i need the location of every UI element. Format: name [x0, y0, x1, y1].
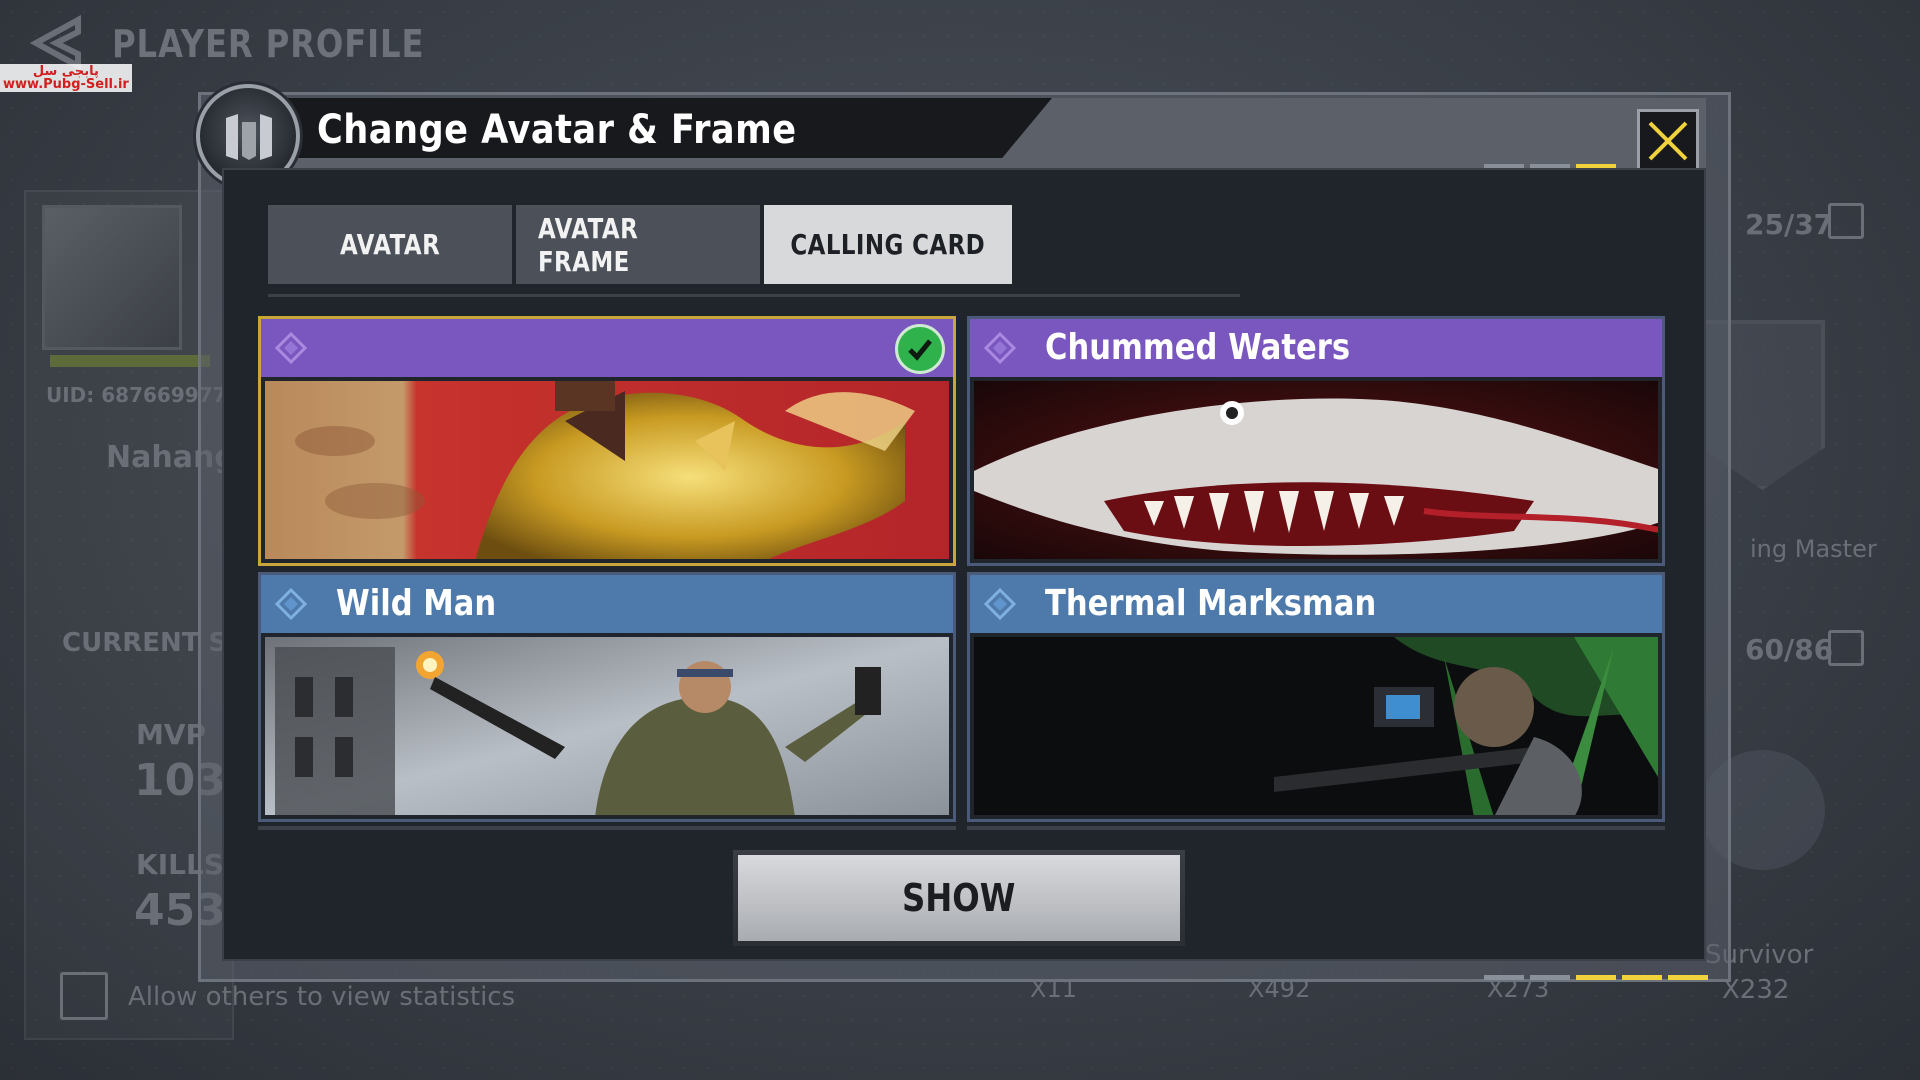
watermark: پابجی سل www.Pubg-Sell.ir	[0, 64, 132, 92]
edit-icon	[1828, 630, 1864, 666]
tab-divider	[268, 294, 1240, 297]
calling-card-selected[interactable]	[258, 316, 956, 566]
background-avatar	[42, 205, 182, 350]
rarity-diamond-icon	[275, 588, 307, 620]
tab-avatar[interactable]: AVATAR	[268, 205, 512, 284]
card-row-divider	[967, 826, 1665, 830]
card-rarity-bar	[261, 319, 953, 377]
card-name: Thermal Marksman	[1045, 583, 1377, 624]
checkbox-icon	[60, 972, 108, 1020]
card-name: Chummed Waters	[1045, 327, 1351, 368]
calling-card-chummed-waters[interactable]: Chummed Waters	[967, 316, 1665, 566]
background-count-top: 25/37	[1745, 208, 1834, 241]
dialog-title: Change Avatar & Frame	[317, 107, 797, 153]
card-name: Wild Man	[336, 583, 497, 624]
card-rarity-bar: Wild Man	[261, 575, 953, 633]
dialog-bottom-indicator	[1484, 975, 1708, 980]
tab-bar: AVATAR AVATAR FRAME CALLING CARD	[268, 205, 1012, 284]
card-rarity-bar: Thermal Marksman	[970, 575, 1662, 633]
background-count-mid: 60/86	[1745, 633, 1834, 666]
calling-card-thermal-marksman[interactable]: Thermal Marksman	[967, 572, 1665, 822]
card-artwork	[974, 381, 1658, 559]
card-row-divider	[258, 826, 956, 830]
background-allow-stats: Allow others to view statistics	[128, 982, 516, 1012]
tab-avatar-frame[interactable]: AVATAR FRAME	[516, 205, 760, 284]
show-button[interactable]: SHOW	[733, 850, 1185, 946]
card-rarity-bar: Chummed Waters	[970, 319, 1662, 377]
card-artwork	[265, 381, 949, 559]
card-artwork	[974, 637, 1658, 815]
background-page-title: PLAYER PROFILE	[112, 22, 425, 66]
background-medal-label: ing Master	[1750, 535, 1877, 563]
equipped-check-icon	[895, 324, 945, 374]
background-mvp-label: MVP	[136, 718, 207, 751]
calling-card-wild-man[interactable]: Wild Man	[258, 572, 956, 822]
edit-icon	[1828, 203, 1864, 239]
rarity-diamond-icon	[984, 588, 1016, 620]
close-icon	[1648, 121, 1688, 161]
rarity-diamond-icon	[275, 332, 307, 364]
rarity-diamond-icon	[984, 332, 1016, 364]
background-survivor-count: X232	[1722, 975, 1790, 1005]
background-xp-bar	[50, 355, 210, 367]
tab-calling-card[interactable]: CALLING CARD	[764, 205, 1012, 284]
close-button[interactable]	[1637, 109, 1699, 173]
card-artwork	[265, 637, 949, 815]
